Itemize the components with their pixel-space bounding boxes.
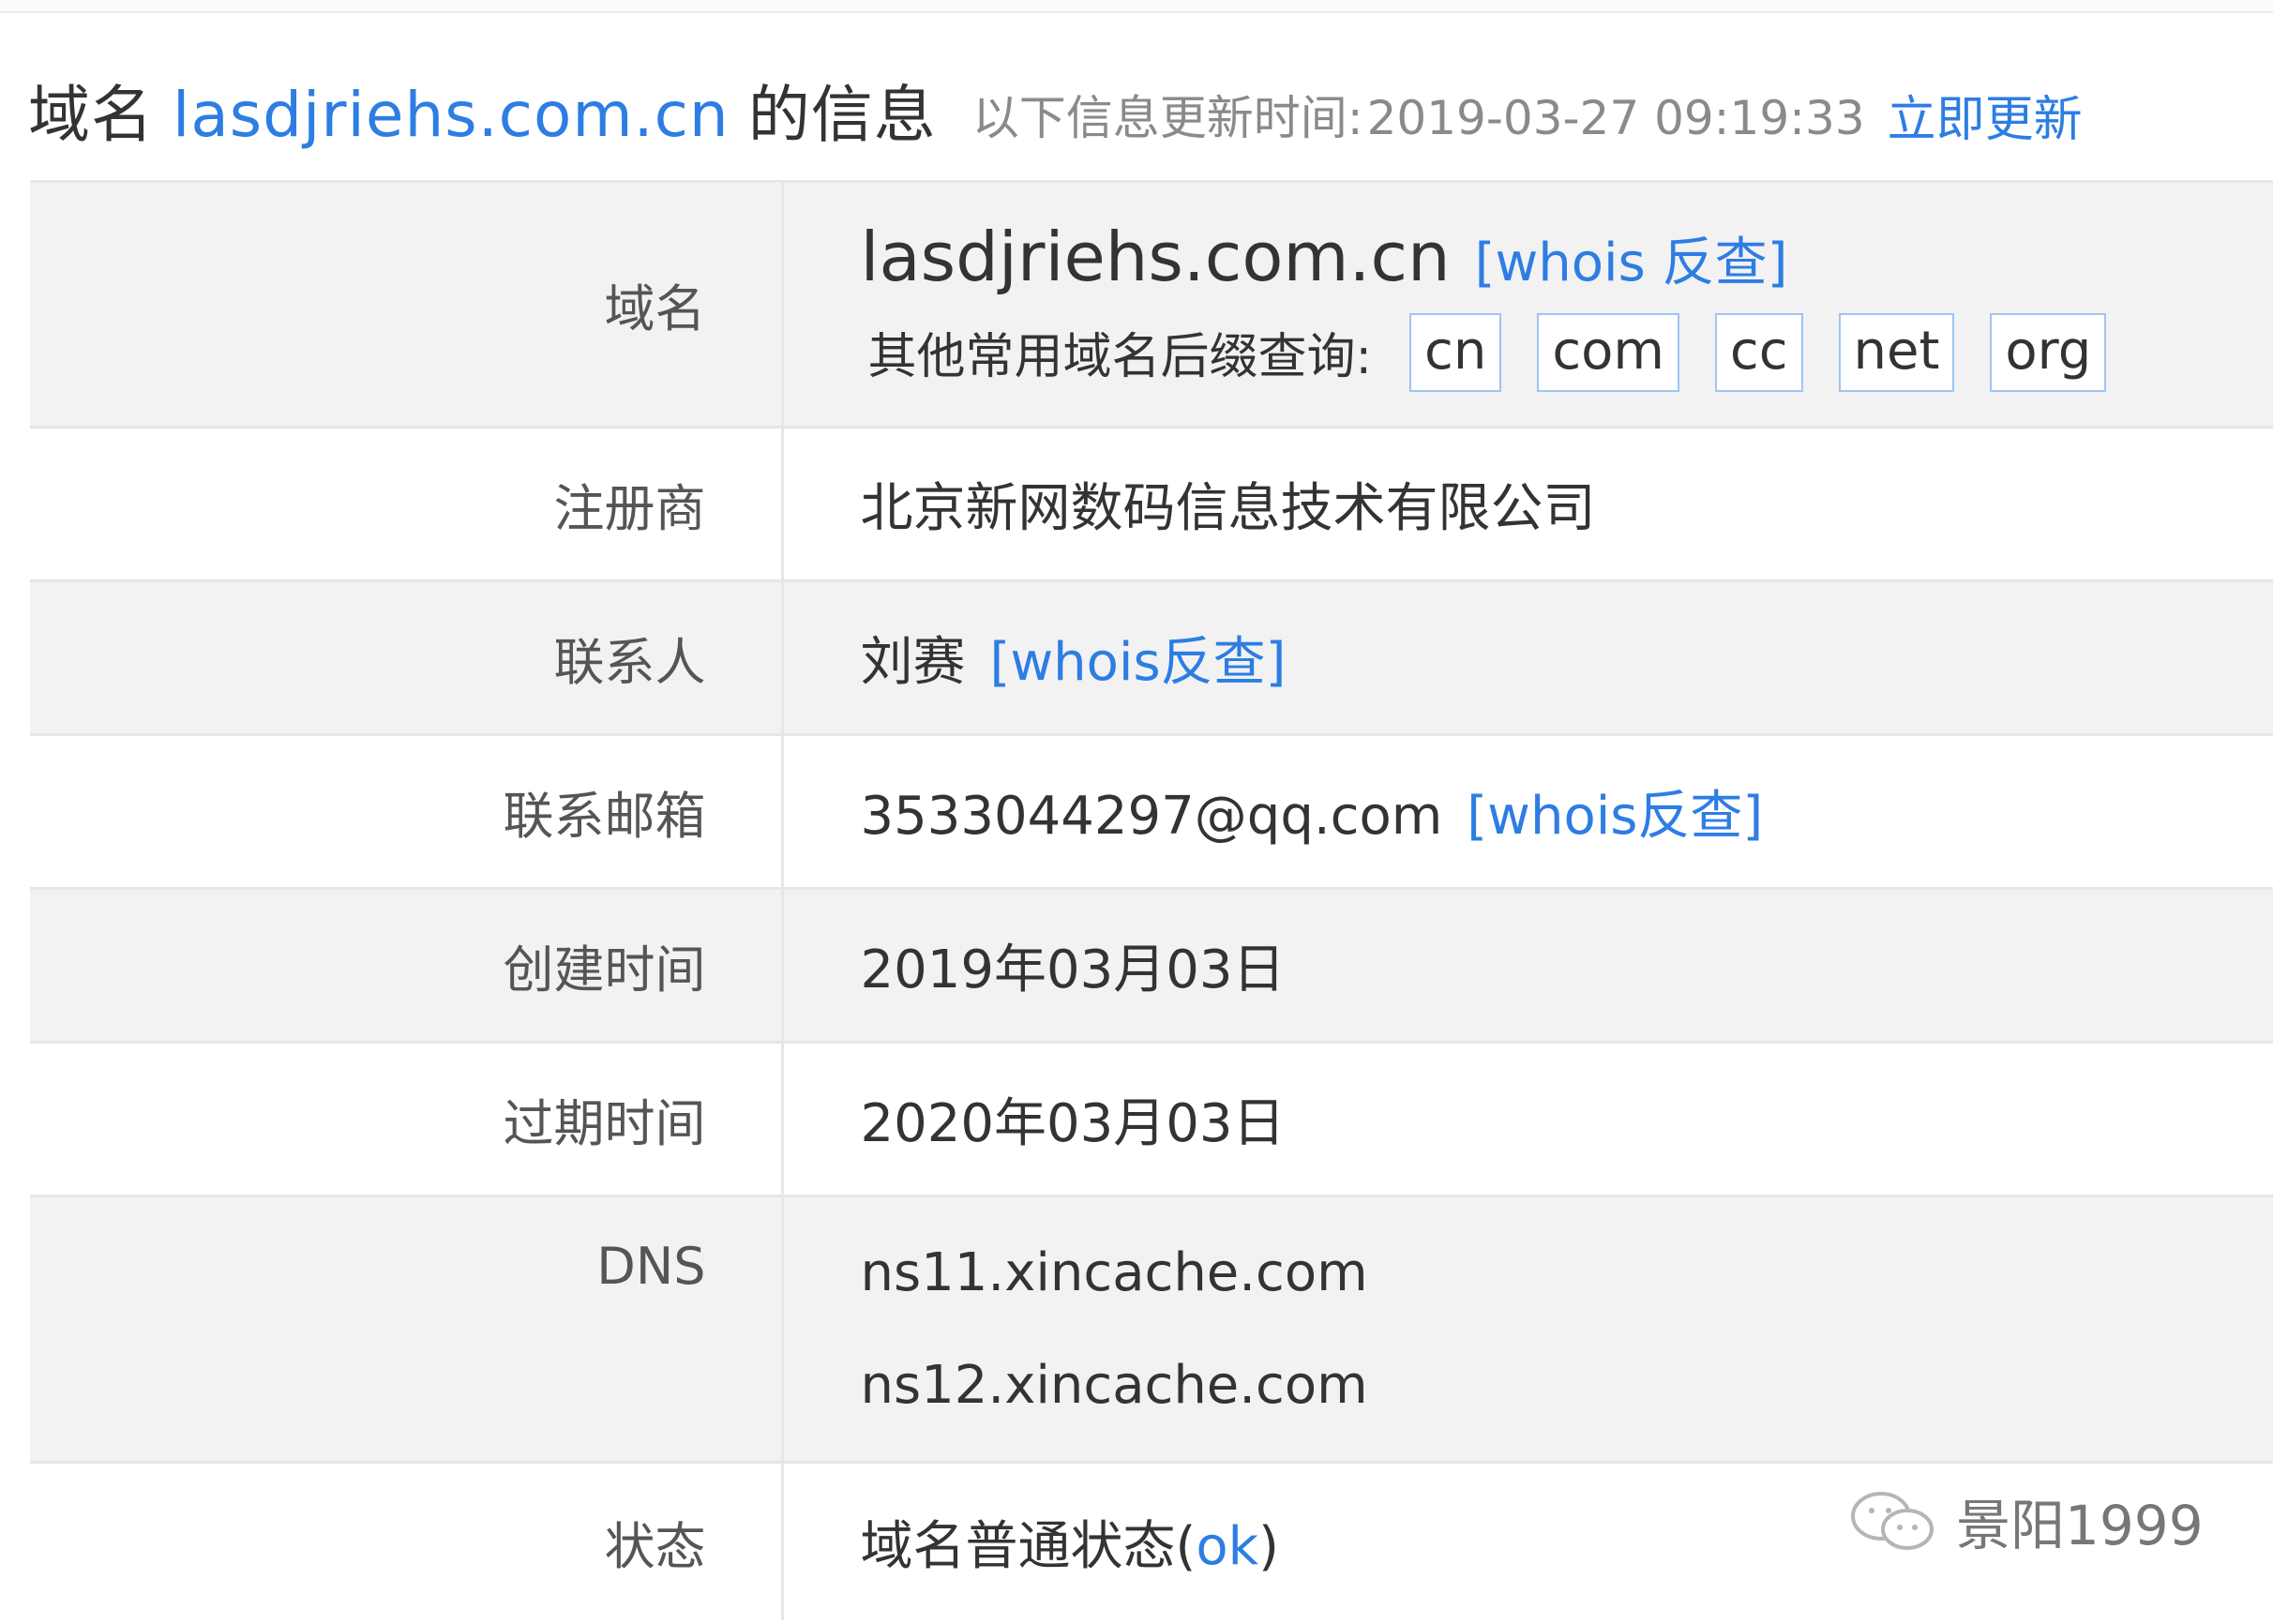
page-header: 域名 lasdjriehs.com.cn 的信息 以下信息更新时间:2019-03-… <box>28 58 2083 161</box>
title-domain-link[interactable]: lasdjriehs.com.cn <box>173 79 730 151</box>
watermark: 景阳1999 <box>1847 1481 2204 1560</box>
contact-name: 刘赛 <box>860 632 966 693</box>
watermark-text: 景阳1999 <box>1956 1494 2204 1557</box>
value-dns: ns11.xincache.com ns12.xincache.com <box>782 1195 2273 1463</box>
value-contact: 刘赛 [whois反查] <box>782 579 2273 735</box>
suffix-query-label: 其他常用域名后缀查询: <box>867 329 1373 385</box>
value-registrar: 北京新网数码信息技术有限公司 <box>782 426 2273 581</box>
value-created: 2019年03月03日 <box>782 887 2273 1043</box>
suffix-net-button[interactable]: net <box>1838 312 1955 392</box>
updated-label: 以下信息更新时间: <box>971 91 1363 145</box>
suffix-org-button[interactable]: org <box>1990 312 2107 392</box>
label-created: 创建时间 <box>30 887 784 1043</box>
label-domain: 域名 <box>30 180 784 428</box>
top-border <box>0 0 2273 13</box>
row-expires: 过期时间 2020年03月03日 <box>30 1041 2273 1196</box>
title-prefix: 域名 <box>28 79 154 151</box>
label-email: 联系邮箱 <box>30 733 784 889</box>
updated-info: 以下信息更新时间:2019-03-27 09:19:33 <box>972 81 1865 148</box>
updated-time: 2019-03-27 09:19:33 <box>1366 91 1865 145</box>
value-email: 3533044297@qq.com [whois反查] <box>782 733 2273 889</box>
label-dns: DNS <box>30 1195 784 1463</box>
row-domain: 域名 lasdjriehs.com.cn [whois 反查] 其他常用域名后缀查… <box>30 180 2273 428</box>
status-text: 域名普通状态( <box>860 1515 1197 1577</box>
row-dns: DNS ns11.xincache.com ns12.xincache.com <box>30 1195 2273 1463</box>
whois-table: 域名 lasdjriehs.com.cn [whois 反查] 其他常用域名后缀查… <box>30 180 2273 1620</box>
wechat-icon <box>1851 1492 1934 1550</box>
value-expires: 2020年03月03日 <box>782 1041 2273 1196</box>
page-title: 域名 lasdjriehs.com.cn 的信息 <box>28 65 937 155</box>
domain-name: lasdjriehs.com.cn <box>860 217 1451 296</box>
refresh-link[interactable]: 立即更新 <box>1888 80 2083 150</box>
dns-server-2: ns12.xincache.com <box>860 1354 1368 1416</box>
status-close: ) <box>1258 1515 1279 1577</box>
domain-whois-reverse-link[interactable]: [whois 反查] <box>1475 233 1788 293</box>
label-contact: 联系人 <box>30 579 784 735</box>
dns-server-1: ns11.xincache.com <box>860 1241 1368 1303</box>
suffix-query-row: 其他常用域名后缀查询: cn com cc net org <box>861 312 2273 392</box>
label-status: 状态 <box>30 1461 784 1620</box>
suffix-cc-button[interactable]: cc <box>1714 312 1803 392</box>
label-registrar: 注册商 <box>30 426 784 581</box>
contact-whois-reverse-link[interactable]: [whois反查] <box>990 632 1287 693</box>
label-expires: 过期时间 <box>30 1041 784 1196</box>
row-registrar: 注册商 北京新网数码信息技术有限公司 <box>30 426 2273 581</box>
row-created: 创建时间 2019年03月03日 <box>30 887 2273 1043</box>
contact-email: 3533044297@qq.com <box>860 786 1443 847</box>
email-whois-reverse-link[interactable]: [whois反查] <box>1467 786 1763 847</box>
suffix-com-button[interactable]: com <box>1537 312 1679 392</box>
suffix-cn-button[interactable]: cn <box>1409 312 1502 392</box>
value-domain: lasdjriehs.com.cn [whois 反查] 其他常用域名后缀查询: … <box>782 180 2273 428</box>
title-suffix: 的信息 <box>747 79 937 151</box>
status-code-link[interactable]: ok <box>1196 1516 1258 1577</box>
row-contact: 联系人 刘赛 [whois反查] <box>30 579 2273 735</box>
row-email: 联系邮箱 3533044297@qq.com [whois反查] <box>30 733 2273 889</box>
